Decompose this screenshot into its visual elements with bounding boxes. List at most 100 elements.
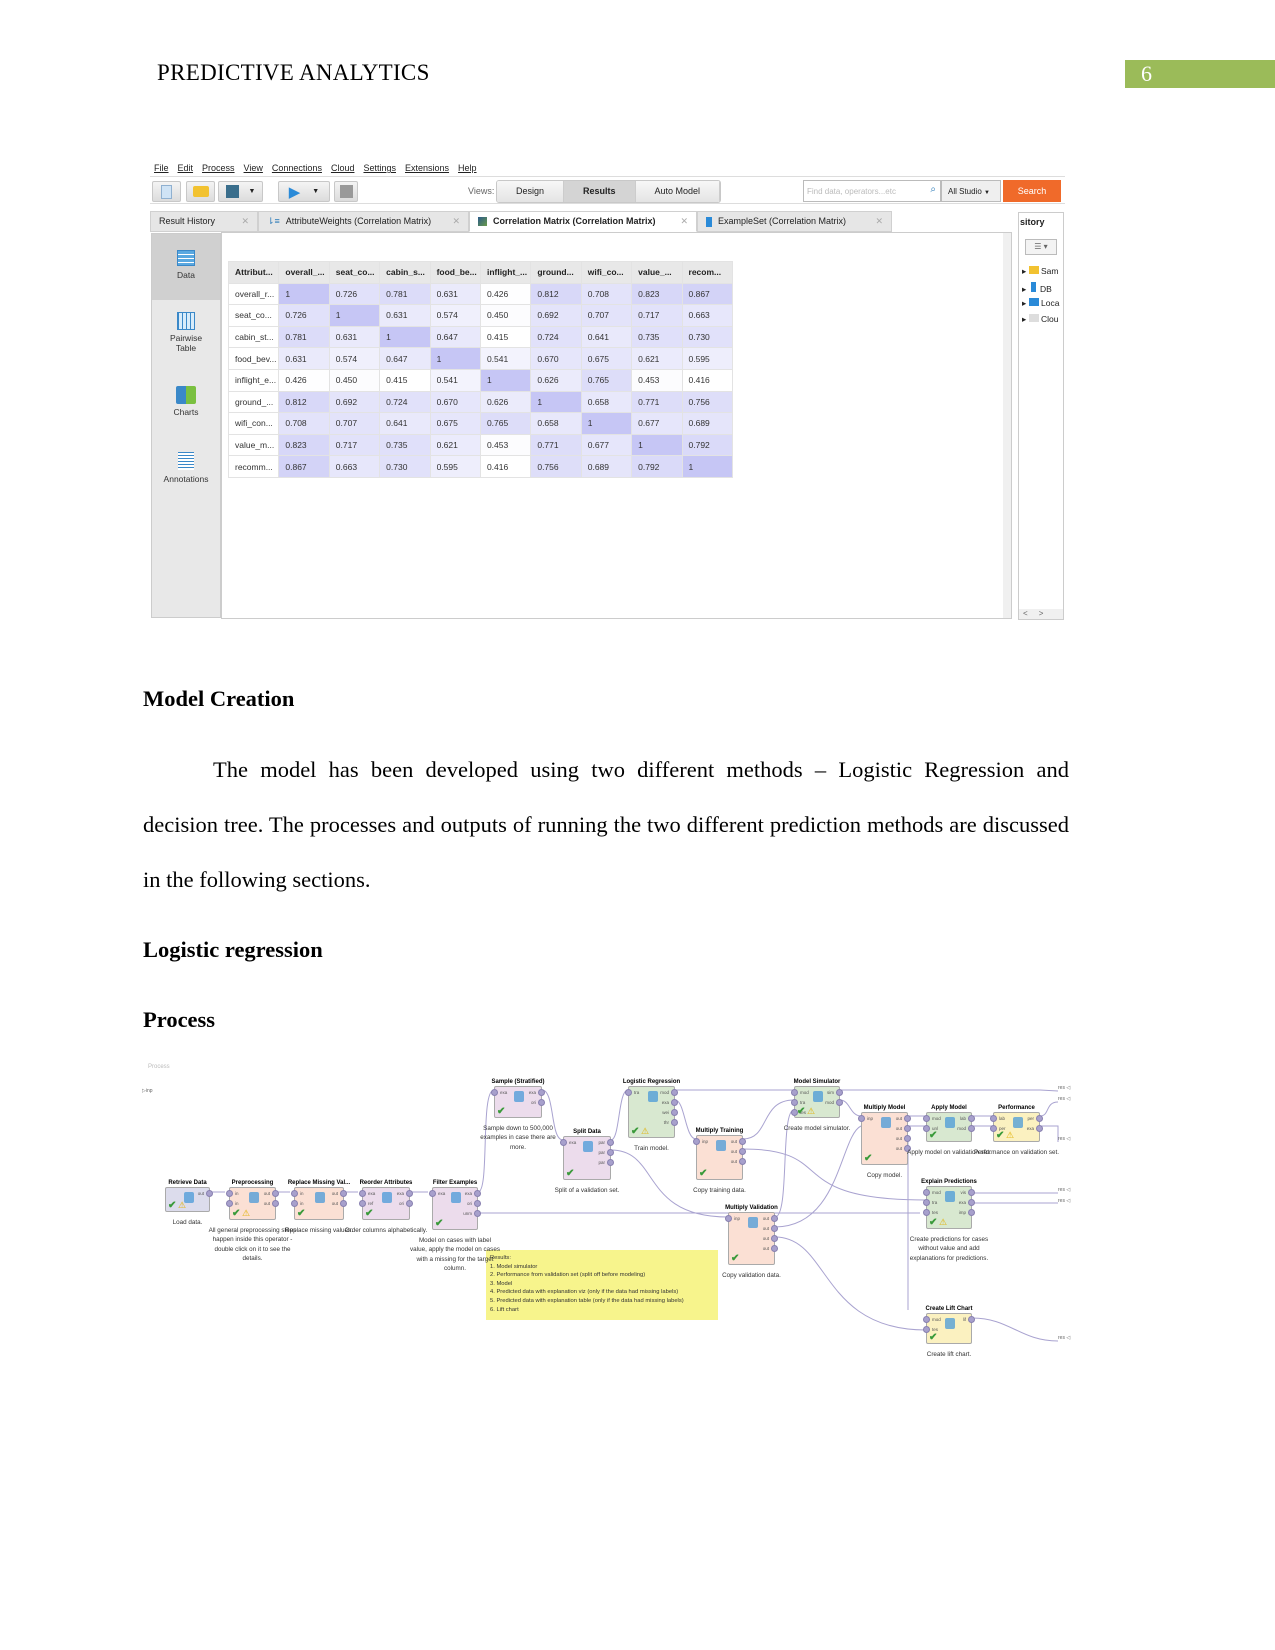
search-button[interactable]: Search (1003, 180, 1061, 202)
input-port[interactable] (491, 1089, 498, 1096)
tab-exampleset[interactable]: ExampleSet (Correlation Matrix) ✕ (697, 211, 892, 232)
column-header[interactable]: recom... (681, 261, 733, 284)
output-port[interactable] (538, 1099, 545, 1106)
menu-connections[interactable]: Connections (272, 163, 322, 173)
output-port[interactable] (904, 1135, 911, 1142)
operator-multiply-validation[interactable]: inp out out out out ✔ (725, 1212, 778, 1265)
column-header[interactable]: inflight_... (479, 261, 532, 284)
output-port[interactable] (771, 1215, 778, 1222)
output-port[interactable] (739, 1148, 746, 1155)
output-port[interactable] (671, 1119, 678, 1126)
column-header[interactable]: value_... (631, 261, 683, 284)
output-port[interactable] (671, 1099, 678, 1106)
output-port[interactable] (771, 1235, 778, 1242)
output-port[interactable] (607, 1159, 614, 1166)
output-port[interactable] (406, 1190, 413, 1197)
operator-performance[interactable]: lab per per exa ✔ ⚠ (990, 1112, 1043, 1142)
tab-attribute-weights[interactable]: ⇂≡ AttributeWeights (Correlation Matrix) ✕ (258, 211, 469, 232)
output-port[interactable] (538, 1089, 545, 1096)
input-port[interactable] (923, 1209, 930, 1216)
save-button[interactable]: ▼ (218, 181, 263, 202)
output-port[interactable] (968, 1115, 975, 1122)
new-process-button[interactable] (152, 181, 181, 202)
input-port[interactable] (560, 1139, 567, 1146)
column-header[interactable]: overall_... (278, 261, 330, 284)
output-port[interactable] (474, 1200, 481, 1207)
open-button[interactable] (186, 181, 215, 202)
close-icon[interactable]: ✕ (452, 211, 460, 232)
sidebar-item-annotations[interactable]: Annotations (152, 452, 220, 484)
input-port[interactable] (791, 1099, 798, 1106)
result-port[interactable]: res ◁ (1058, 1187, 1070, 1193)
menu-view[interactable]: View (244, 163, 263, 173)
input-port[interactable] (226, 1190, 233, 1197)
column-header[interactable]: cabin_s... (379, 261, 431, 284)
input-port[interactable] (725, 1215, 732, 1222)
operator-filter-examples[interactable]: exa exa ori unm ✔ (429, 1187, 481, 1230)
column-header[interactable]: food_be... (429, 261, 481, 284)
output-port[interactable] (272, 1190, 279, 1197)
output-port[interactable] (968, 1316, 975, 1323)
repo-item-local[interactable]: ▸ Loca (1022, 298, 1059, 309)
repo-item-cloud[interactable]: ▸ Clou (1022, 314, 1059, 325)
output-port[interactable] (739, 1158, 746, 1165)
sidebar-item-data[interactable]: Data (152, 234, 220, 300)
menu-extensions[interactable]: Extensions (405, 163, 449, 173)
stop-button[interactable] (334, 181, 358, 202)
output-port[interactable] (406, 1200, 413, 1207)
menu-help[interactable]: Help (458, 163, 477, 173)
input-port[interactable] (359, 1200, 366, 1207)
output-port[interactable] (474, 1210, 481, 1217)
output-port[interactable] (739, 1138, 746, 1145)
column-header[interactable]: ground... (530, 261, 582, 284)
input-port[interactable] (923, 1189, 930, 1196)
operator-multiply-training[interactable]: inp out out out ✔ (693, 1135, 746, 1180)
menu-process[interactable]: Process (202, 163, 235, 173)
output-port[interactable] (771, 1225, 778, 1232)
scope-dropdown[interactable]: All Studio ▼ (941, 180, 1001, 202)
input-port[interactable] (923, 1316, 930, 1323)
close-icon[interactable]: ✕ (875, 211, 883, 232)
operator-sample-stratified[interactable]: exa exa ori ✔ (491, 1086, 545, 1118)
menu-edit[interactable]: Edit (178, 163, 194, 173)
input-port[interactable] (858, 1115, 865, 1122)
output-port[interactable] (968, 1209, 975, 1216)
output-port[interactable] (340, 1200, 347, 1207)
input-port[interactable] (625, 1089, 632, 1096)
operator-multiply-model[interactable]: inp out out out out ✔ (858, 1112, 911, 1165)
operator-explain-predictions[interactable]: mod tra tes vis exa imp ✔ ⚠ (923, 1186, 975, 1229)
output-port[interactable] (671, 1089, 678, 1096)
view-design[interactable]: Design (497, 181, 565, 202)
repo-item-samples[interactable]: ▸ Sam (1022, 266, 1059, 277)
input-port[interactable] (291, 1190, 298, 1197)
menu-file[interactable]: File (154, 163, 169, 173)
input-port[interactable] (791, 1089, 798, 1096)
close-icon[interactable]: ✕ (680, 211, 688, 232)
result-port[interactable]: res ◁ (1058, 1096, 1070, 1102)
output-port[interactable] (272, 1200, 279, 1207)
output-port[interactable] (836, 1089, 843, 1096)
operator-replace-missing-val[interactable]: in in out out ✔ (291, 1187, 347, 1220)
result-port[interactable]: res ◁ (1058, 1136, 1070, 1142)
search-input[interactable]: Find data, operators...etc ⌕ (803, 180, 941, 202)
column-header[interactable]: Attribut... (227, 261, 280, 284)
output-port[interactable] (904, 1125, 911, 1132)
repository-menu-button[interactable]: ☰ ▾ (1025, 239, 1057, 255)
input-port[interactable] (226, 1200, 233, 1207)
output-port[interactable] (968, 1189, 975, 1196)
menu-cloud[interactable]: Cloud (331, 163, 355, 173)
result-port[interactable]: res ◁ (1058, 1335, 1070, 1341)
input-port[interactable] (990, 1115, 997, 1122)
output-port[interactable] (1036, 1115, 1043, 1122)
operator-reorder-attributes[interactable]: exa ref exa ori ✔ (359, 1187, 413, 1220)
output-port[interactable] (968, 1125, 975, 1132)
column-header[interactable]: seat_co... (328, 261, 381, 284)
output-port[interactable] (340, 1190, 347, 1197)
tab-result-history[interactable]: Result History ✕ (150, 211, 258, 232)
sidebar-item-charts[interactable]: Charts (152, 386, 220, 417)
output-port[interactable] (968, 1199, 975, 1206)
menu-settings[interactable]: Settings (363, 163, 396, 173)
operator-retrieve-data[interactable]: out ✔ ⚠ (165, 1187, 213, 1212)
output-port[interactable] (1036, 1125, 1043, 1132)
input-port[interactable] (429, 1190, 436, 1197)
